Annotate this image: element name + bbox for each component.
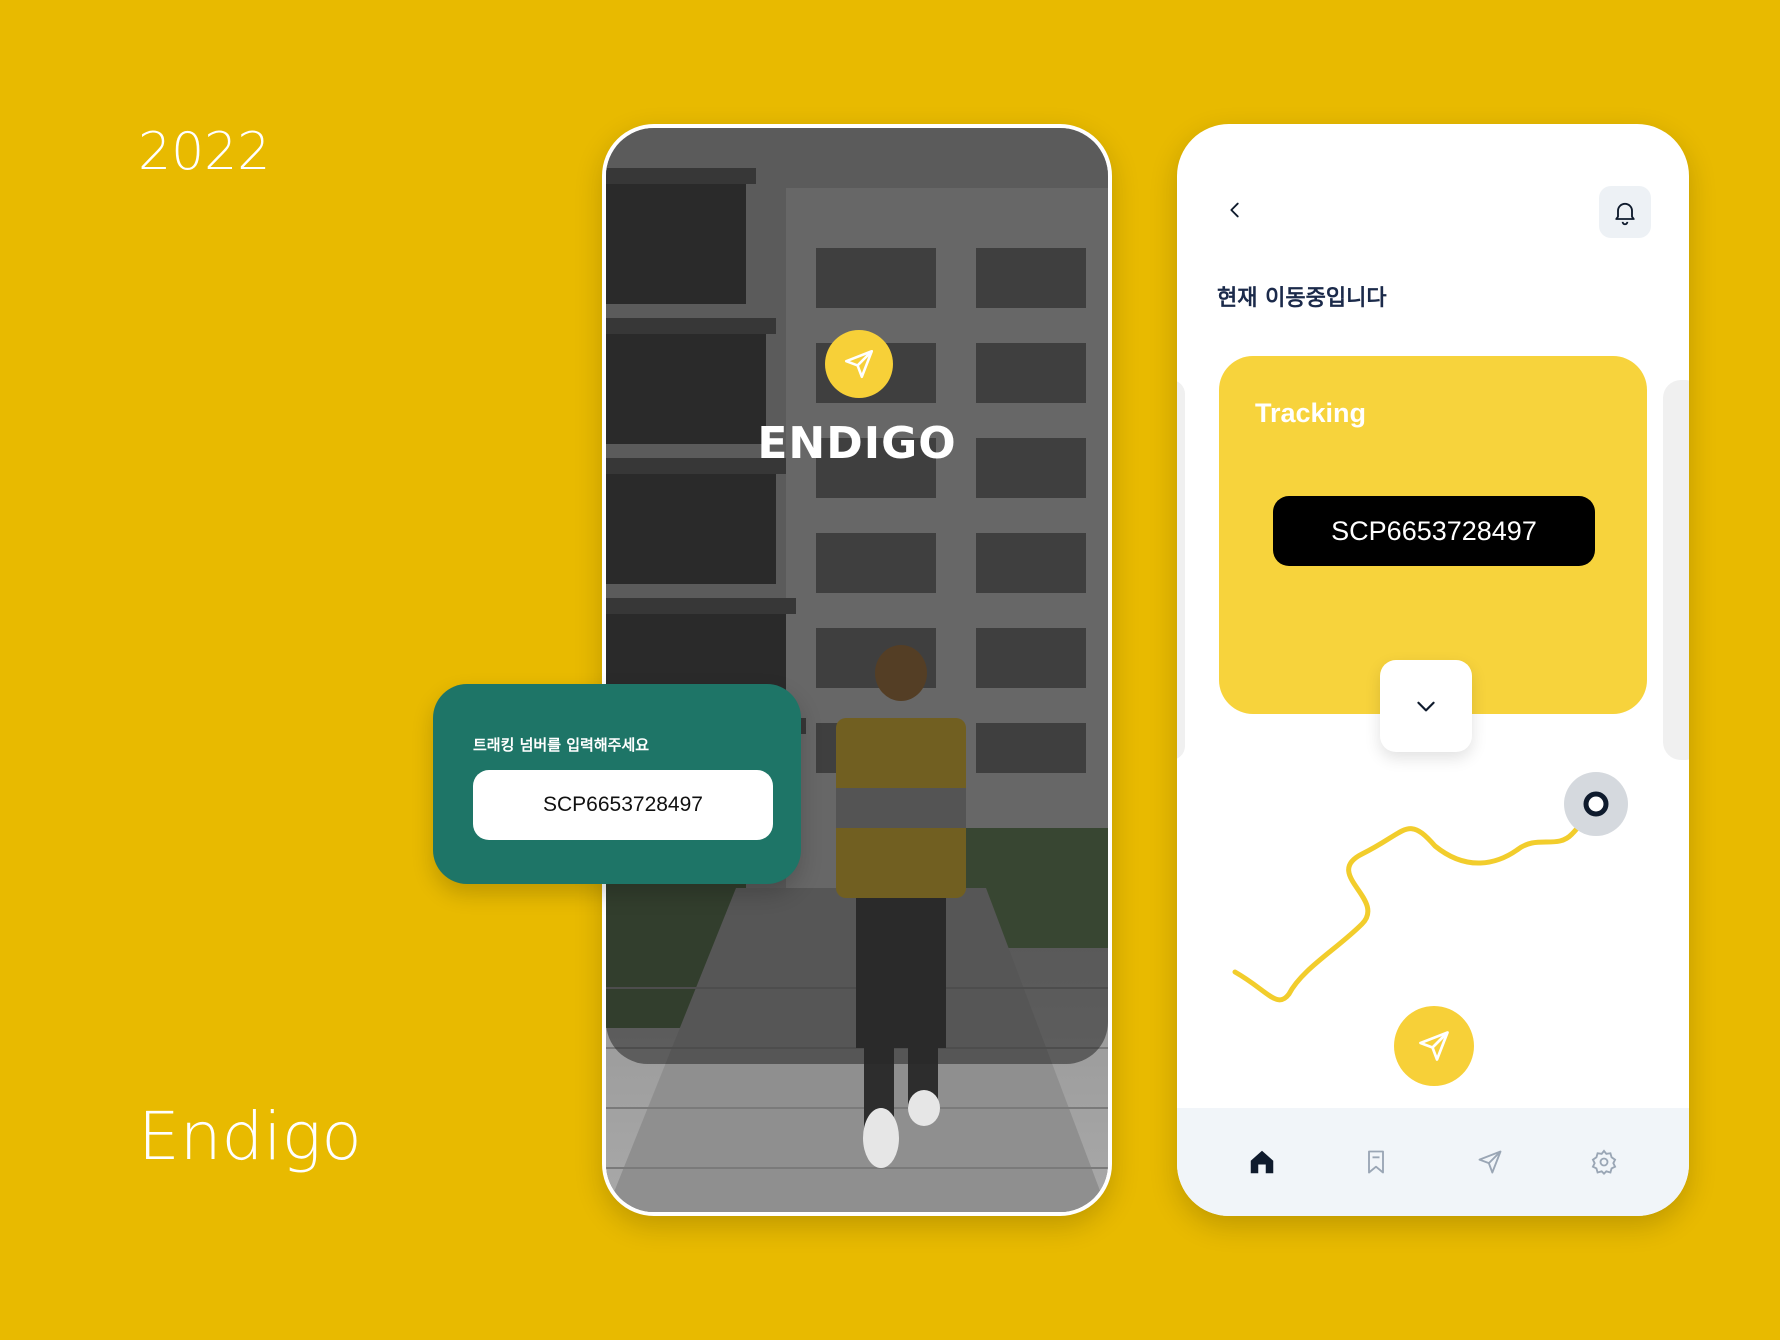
- nav-bookmarks[interactable]: [1352, 1138, 1400, 1186]
- bell-icon: [1615, 202, 1635, 226]
- nav-home[interactable]: [1238, 1138, 1286, 1186]
- paper-plane-icon: [844, 349, 874, 379]
- send-button[interactable]: [1394, 1006, 1474, 1086]
- nav-send[interactable]: [1466, 1138, 1514, 1186]
- tracking-phone: 현재 이동중입니다 Tracking SCP6653728497: [1177, 124, 1689, 1216]
- route-line: [1232, 806, 1598, 1003]
- paper-plane-icon: [1419, 1031, 1449, 1061]
- dark-overlay: [606, 128, 1108, 1064]
- notifications-button[interactable]: [1599, 186, 1651, 238]
- tracking-card-title: Tracking: [1255, 398, 1367, 428]
- intro-screen: ENDIGO: [606, 128, 1108, 1212]
- year-label: 2022: [138, 122, 271, 182]
- tracking-input-card: 트래킹 넘버를 입력해주세요: [433, 684, 801, 884]
- settings-icon: [1591, 1149, 1617, 1175]
- expand-button[interactable]: [1380, 660, 1472, 752]
- tracking-number-input[interactable]: [473, 770, 773, 840]
- chevron-left-icon: [1230, 202, 1239, 218]
- status-title: 현재 이동중입니다: [1217, 286, 1387, 311]
- bottom-navigation: [1177, 1108, 1689, 1216]
- app-name: ENDIGO: [757, 418, 957, 469]
- bookmark-icon: [1368, 1150, 1384, 1174]
- brand-name: Endigo: [138, 1098, 362, 1175]
- nav-settings[interactable]: [1580, 1138, 1628, 1186]
- previous-card-peek[interactable]: [1177, 380, 1185, 760]
- logo-badge: [825, 330, 893, 398]
- tracking-input-label: 트래킹 넘버를 입력해주세요: [473, 736, 650, 754]
- chevron-down-icon: [1417, 701, 1435, 712]
- route-map: [1232, 772, 1628, 1003]
- intro-phone: ENDIGO: [602, 124, 1112, 1216]
- home-icon: [1250, 1150, 1274, 1174]
- send-icon: [1478, 1150, 1502, 1174]
- next-card-peek[interactable]: [1663, 380, 1689, 760]
- tracking-number: SCP6653728497: [1273, 496, 1595, 566]
- back-button[interactable]: [1219, 194, 1251, 226]
